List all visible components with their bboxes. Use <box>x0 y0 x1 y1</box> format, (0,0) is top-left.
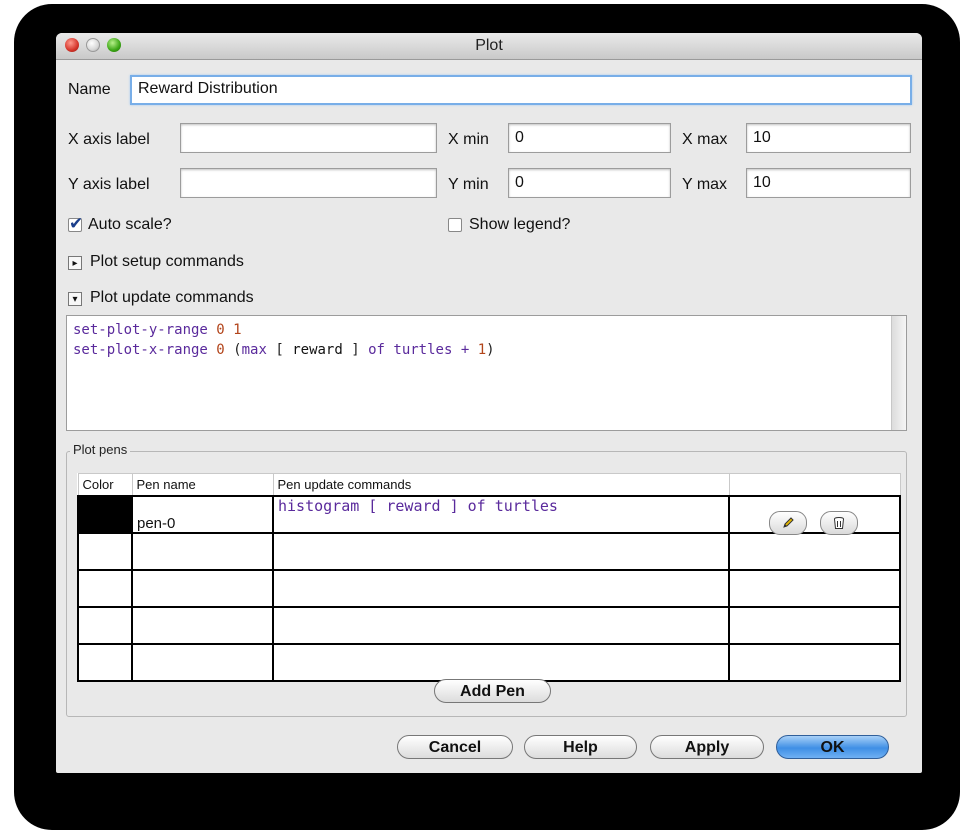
column-header-pen-name[interactable]: Pen name <box>131 473 274 497</box>
empty-cell[interactable] <box>272 569 730 608</box>
empty-cell <box>728 643 901 682</box>
empty-cell[interactable] <box>131 643 274 682</box>
setup-commands-label: Plot setup commands <box>90 253 244 270</box>
empty-cell[interactable] <box>77 643 133 682</box>
add-pen-button[interactable]: Add Pen <box>434 679 551 703</box>
empty-cell[interactable] <box>131 532 274 571</box>
column-header-actions <box>728 473 901 497</box>
empty-cell[interactable] <box>272 643 730 682</box>
triangle-down-icon: ▾ <box>72 294 78 305</box>
pen-commands-cell[interactable]: histogram [ reward ] of turtles <box>272 495 730 534</box>
ok-button[interactable]: OK <box>776 735 889 759</box>
plot-dialog: Plot Name Reward Distribution X axis lab… <box>56 33 922 773</box>
x-axis-label-text: X axis label <box>68 131 150 148</box>
y-min-input[interactable]: 0 <box>508 168 671 198</box>
empty-cell[interactable] <box>131 606 274 645</box>
pen-commands-text: histogram [ reward ] of turtles <box>278 497 558 515</box>
triangle-right-icon: ▸ <box>72 258 78 269</box>
code-line-2: set-plot-x-range 0 (max [ reward ] of tu… <box>73 342 495 358</box>
empty-cell <box>728 569 901 608</box>
table-row[interactable] <box>77 643 901 682</box>
window-title: Plot <box>475 37 503 54</box>
delete-pen-button[interactable] <box>820 511 858 535</box>
apply-button[interactable]: Apply <box>650 735 764 759</box>
trash-icon <box>834 517 844 529</box>
x-max-input[interactable]: 10 <box>746 123 911 153</box>
update-commands-disclosure-button[interactable]: ▾ <box>68 292 82 306</box>
help-button[interactable]: Help <box>524 735 637 759</box>
empty-cell[interactable] <box>77 532 133 571</box>
column-header-pen-update-commands[interactable]: Pen update commands <box>272 473 730 497</box>
empty-cell[interactable] <box>77 606 133 645</box>
pens-table: Color Pen name Pen update commands pen-0… <box>77 473 901 682</box>
y-max-input[interactable]: 10 <box>746 168 911 198</box>
pen-actions-cell <box>728 495 901 534</box>
empty-cell <box>728 532 901 571</box>
pen-color-swatch[interactable] <box>77 495 133 534</box>
edit-pen-button[interactable] <box>769 511 807 535</box>
empty-cell[interactable] <box>77 569 133 608</box>
name-input[interactable]: Reward Distribution <box>130 75 912 105</box>
table-row[interactable] <box>77 606 901 645</box>
x-min-input[interactable]: 0 <box>508 123 671 153</box>
update-commands-editor[interactable]: set-plot-y-range 0 1 set-plot-x-range 0 … <box>66 315 907 431</box>
cancel-button[interactable]: Cancel <box>397 735 513 759</box>
x-max-label: X max <box>682 131 728 148</box>
table-row[interactable] <box>77 532 901 571</box>
plot-pens-group-label: Plot pens <box>70 442 131 457</box>
auto-scale-label: Auto scale? <box>88 216 172 233</box>
empty-cell[interactable] <box>272 532 730 571</box>
show-legend-label: Show legend? <box>469 216 571 233</box>
table-row[interactable] <box>77 569 901 608</box>
title-bar: Plot <box>56 33 922 60</box>
setup-commands-disclosure-button[interactable]: ▸ <box>68 256 82 270</box>
name-label: Name <box>68 81 111 98</box>
code-line-1: set-plot-y-range 0 1 <box>73 322 242 338</box>
x-min-label: X min <box>448 131 489 148</box>
empty-cell[interactable] <box>272 606 730 645</box>
x-axis-label-input[interactable] <box>180 123 437 153</box>
pencil-icon <box>783 517 794 528</box>
update-commands-label: Plot update commands <box>90 289 254 306</box>
empty-cell[interactable] <box>131 569 274 608</box>
column-header-color[interactable]: Color <box>77 473 133 497</box>
y-axis-label-input[interactable] <box>180 168 437 198</box>
empty-cell <box>728 606 901 645</box>
show-legend-checkbox[interactable] <box>448 218 462 232</box>
pen-name-cell[interactable]: pen-0 <box>131 495 274 534</box>
editor-scrollbar[interactable] <box>891 316 906 430</box>
y-axis-label-text: Y axis label <box>68 176 150 193</box>
auto-scale-checkbox[interactable] <box>68 214 83 234</box>
y-min-label: Y min <box>448 176 489 193</box>
y-max-label: Y max <box>682 176 728 193</box>
